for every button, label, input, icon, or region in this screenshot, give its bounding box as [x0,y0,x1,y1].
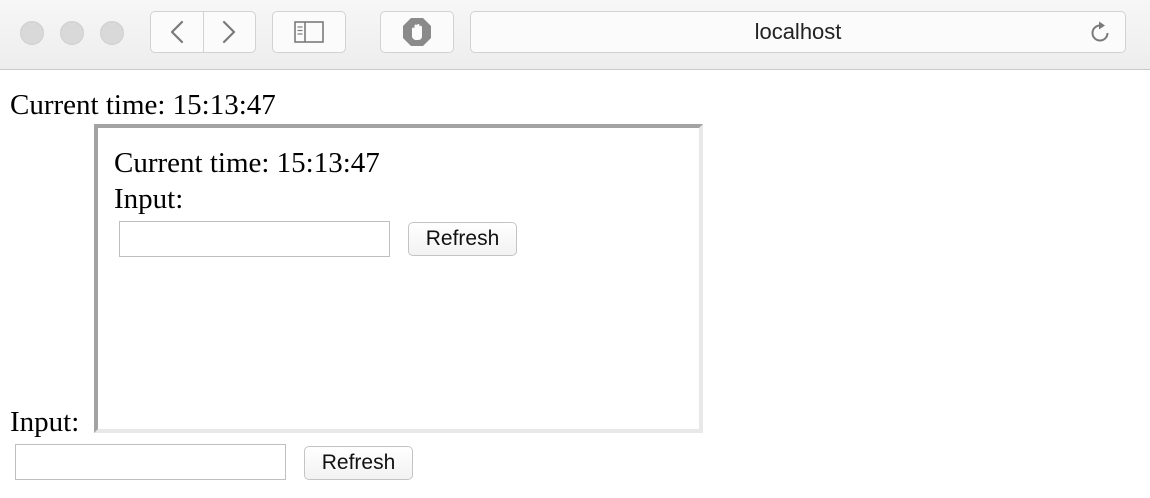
sidebar-icon [294,21,324,43]
forward-button[interactable] [202,12,256,52]
sidebar-button[interactable] [272,11,346,53]
current-time-label: Current time: 15:13:47 [10,89,276,121]
frame-current-time-label: Current time: 15:13:47 [114,147,380,179]
chevron-right-icon [223,20,236,44]
content-blocker-button[interactable] [380,11,454,53]
reload-icon[interactable] [1087,20,1113,46]
address-text: localhost [754,19,842,44]
embedded-frame: Current time: 15:13:47 Input: Refresh [94,124,703,433]
frame-refresh-button[interactable]: Refresh [408,222,517,256]
chevron-left-icon [170,20,183,44]
stop-hand-icon [403,18,431,46]
text-input[interactable] [15,444,286,480]
frame-input-label: Input: [114,183,184,215]
navigation-buttons [150,11,256,53]
back-button[interactable] [151,12,203,52]
address-bar[interactable]: localhost [470,11,1126,53]
input-label: Input: [10,406,80,438]
window-minimize-button[interactable] [60,21,84,45]
window-zoom-button[interactable] [100,21,124,45]
window-close-button[interactable] [20,21,44,45]
refresh-button[interactable]: Refresh [304,446,413,480]
frame-text-input[interactable] [119,221,390,257]
browser-toolbar: localhost [0,0,1150,70]
